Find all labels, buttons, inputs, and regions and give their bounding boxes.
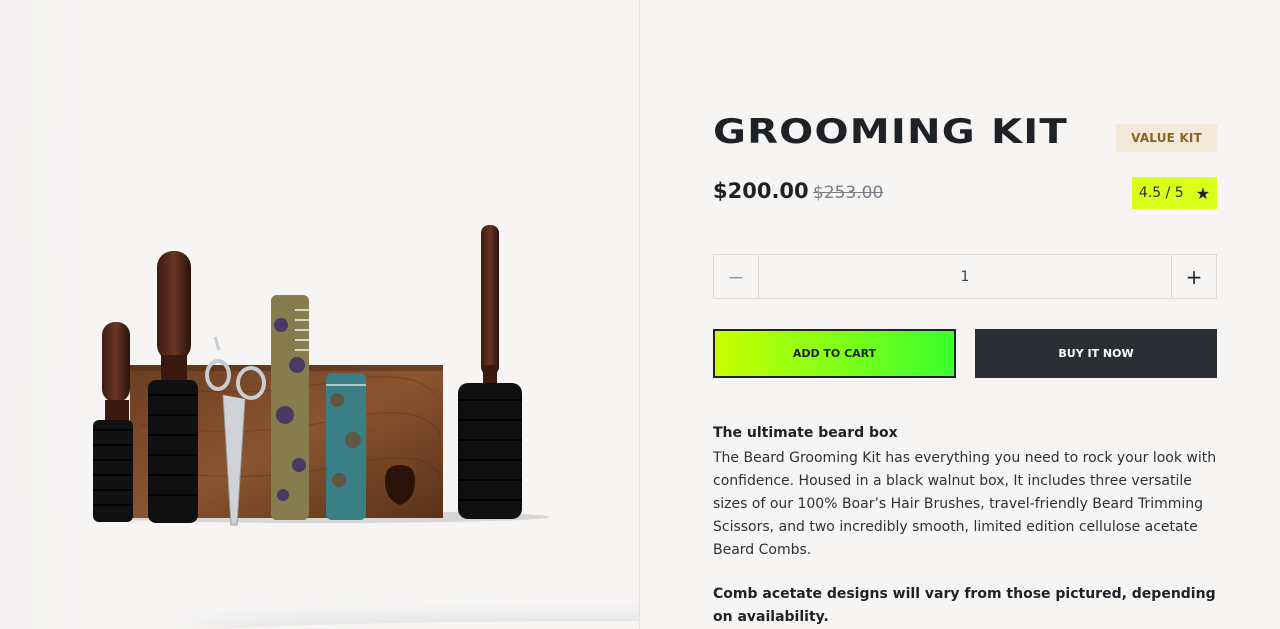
value-kit-badge: VALUE KIT xyxy=(1116,124,1217,152)
increase-quantity-button[interactable]: + xyxy=(1171,255,1216,298)
product-price: $200.00 xyxy=(713,179,809,203)
rating-value: 4.5 / 5 xyxy=(1138,185,1184,201)
description-note: Comb acetate designs will vary from thos… xyxy=(713,586,1216,625)
buy-it-now-button[interactable]: BUY IT NOW xyxy=(975,329,1217,378)
gallery-shadow xyxy=(190,621,639,629)
quantity-stepper: − 1 + xyxy=(713,254,1217,299)
gallery-edge xyxy=(0,0,78,629)
rating-badge[interactable]: 4.5 / 5 ★ xyxy=(1132,177,1217,209)
product-image[interactable] xyxy=(85,215,555,535)
product-info: GROOMING KIT VALUE KIT $200.00 $253.00 4… xyxy=(713,0,1217,629)
star-icon: ★ xyxy=(1195,183,1211,203)
product-gallery xyxy=(0,0,640,629)
quantity-input[interactable]: 1 xyxy=(759,255,1171,298)
description-body: The Beard Grooming Kit has everything yo… xyxy=(713,450,1217,558)
description-heading: The ultimate beard box xyxy=(713,425,898,441)
product-title: GROOMING KIT xyxy=(713,112,1068,152)
compare-price: $253.00 xyxy=(813,183,884,203)
add-to-cart-button[interactable]: ADD TO CART xyxy=(713,329,956,378)
decrease-quantity-button[interactable]: − xyxy=(714,255,759,298)
